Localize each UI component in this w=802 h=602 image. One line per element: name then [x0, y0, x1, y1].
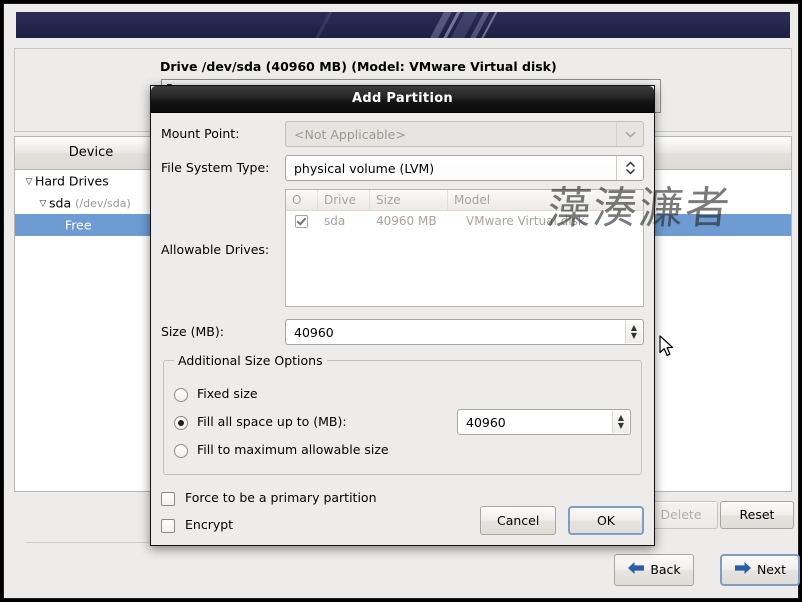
navigation-actions: Back Next: [14, 554, 800, 590]
column-header-model[interactable]: Model: [448, 190, 643, 210]
column-header-device[interactable]: Device: [15, 137, 168, 169]
option-fill-all-space[interactable]: Fill all space up to (MB): 40960 ▲ ▼: [174, 408, 631, 436]
back-button-label: Back: [650, 562, 681, 577]
delete-button[interactable]: Delete: [644, 501, 718, 529]
drive-name-cell: sda: [324, 214, 346, 228]
file-system-type-label: File System Type:: [161, 160, 270, 175]
cancel-button[interactable]: Cancel: [480, 506, 557, 535]
add-partition-dialog: Add Partition Mount Point: <Not Applicab…: [150, 85, 655, 546]
tree-row-label: Hard Drives: [35, 173, 109, 189]
size-value: 40960: [294, 325, 334, 340]
chevron-down-icon[interactable]: [616, 122, 643, 146]
option-fill-all-space-label: Fill all space up to (MB):: [197, 414, 347, 429]
fill-all-space-spinbox[interactable]: 40960 ▲ ▼: [457, 409, 631, 435]
ok-button[interactable]: OK: [568, 506, 644, 535]
stepper-down-icon[interactable]: ▼: [631, 332, 637, 340]
option-fill-max-label: Fill to maximum allowable size: [197, 442, 389, 457]
reset-button[interactable]: Reset: [720, 501, 794, 529]
file-system-type-row: File System Type: physical volume (LVM): [161, 155, 644, 181]
radio-fill-all-space[interactable]: [174, 415, 188, 430]
allowable-drives-row: Allowable Drives: O Drive Size Model sda…: [161, 189, 644, 311]
drive-label: Drive /dev/sda (40960 MB) (Model: VMware…: [160, 59, 557, 74]
tree-row-sublabel: (/dev/sda): [75, 197, 131, 210]
installer-banner: [16, 12, 790, 38]
allowable-drives-header: O Drive Size Model: [286, 190, 643, 211]
allowable-drives-label: Allowable Drives:: [161, 242, 270, 257]
additional-size-options-group: Additional Size Options Fixed size Fill …: [163, 353, 642, 475]
option-fixed-size-label: Fixed size: [197, 386, 258, 401]
fill-all-space-value: 40960: [466, 415, 506, 430]
option-fill-max[interactable]: Fill to maximum allowable size: [174, 436, 631, 464]
radio-fixed-size[interactable]: [174, 387, 188, 402]
banner-streak: [290, 12, 345, 38]
screen: Drive /dev/sda (40960 MB) (Model: VMware…: [0, 0, 802, 602]
encrypt-label: Encrypt: [185, 517, 234, 532]
tree-row-label: sda: [49, 195, 72, 211]
size-stepper[interactable]: ▲ ▼: [625, 321, 642, 343]
dialog-body: Mount Point: <Not Applicable> File Syste…: [151, 113, 654, 545]
dialog-action-buttons: Cancel OK: [472, 506, 644, 535]
size-control: 40960 ▲ ▼: [285, 319, 644, 345]
allowable-drives-table[interactable]: O Drive Size Model sda 40960 MB VMware V…: [285, 189, 644, 307]
file-system-type-value: physical volume (LVM): [294, 161, 435, 176]
next-button[interactable]: Next: [720, 554, 800, 586]
dialog-title: Add Partition: [151, 86, 654, 113]
disclosure-triangle-icon[interactable]: ▽: [23, 171, 35, 193]
column-header-check[interactable]: O: [286, 190, 318, 210]
tree-row-label: Free: [65, 217, 92, 233]
mount-point-row: Mount Point: <Not Applicable>: [161, 121, 644, 147]
drive-checkbox[interactable]: [295, 215, 308, 228]
radio-fill-max[interactable]: [174, 443, 188, 458]
fill-all-space-stepper[interactable]: ▲ ▼: [612, 411, 629, 433]
arrow-left-icon: [627, 556, 645, 586]
force-primary-partition-label: Force to be a primary partition: [185, 490, 377, 505]
option-fixed-size[interactable]: Fixed size: [174, 380, 631, 408]
next-button-label: Next: [756, 562, 787, 577]
additional-size-options-legend: Additional Size Options: [178, 353, 323, 368]
file-system-type-control: physical volume (LVM): [285, 155, 644, 181]
column-header-drive[interactable]: Drive: [318, 190, 370, 210]
arrow-right-icon: [734, 557, 752, 585]
drive-size-cell: 40960 MB: [376, 214, 437, 228]
force-primary-partition-checkbox[interactable]: [161, 491, 175, 506]
drive-model-cell: VMware Virtual disk: [466, 214, 585, 228]
disclosure-triangle-icon[interactable]: ▽: [37, 193, 49, 215]
file-system-type-combobox[interactable]: physical volume (LVM): [285, 155, 644, 181]
mount-point-label: Mount Point:: [161, 126, 240, 141]
column-header-size[interactable]: Size: [370, 190, 448, 210]
chevron-up-down-icon[interactable]: [616, 156, 643, 180]
size-row: Size (MB): 40960 ▲ ▼: [161, 319, 644, 345]
size-spinbox[interactable]: 40960 ▲ ▼: [285, 319, 644, 345]
size-label: Size (MB):: [161, 324, 224, 339]
mount-point-control: <Not Applicable>: [285, 121, 644, 147]
mount-point-value: <Not Applicable>: [294, 127, 406, 142]
mount-point-combobox[interactable]: <Not Applicable>: [285, 121, 644, 147]
back-button[interactable]: Back: [614, 554, 694, 586]
drive-checkbox-cell[interactable]: [286, 211, 318, 231]
allowable-drives-row-sda[interactable]: sda 40960 MB VMware Virtual disk: [286, 211, 643, 231]
encrypt-checkbox[interactable]: [161, 518, 175, 533]
stepper-down-icon[interactable]: ▼: [618, 422, 624, 430]
